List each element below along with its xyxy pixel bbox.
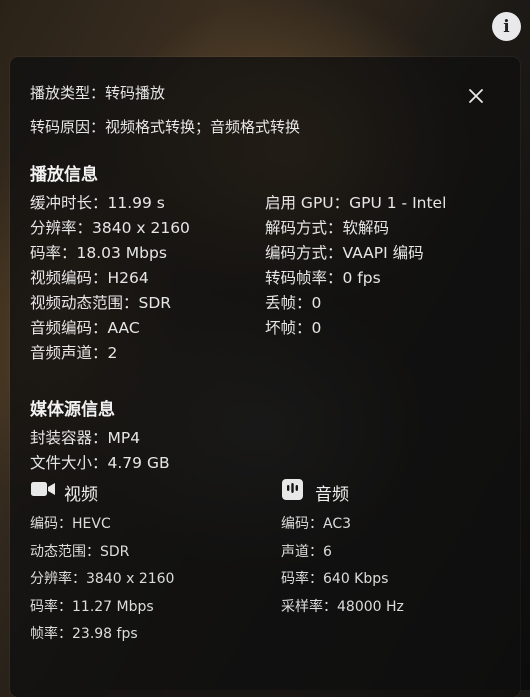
playback-right-row: 转码帧率：0 fps xyxy=(265,269,381,287)
video-header: 视频 xyxy=(64,485,98,505)
video-info-row: 编码：HEVC xyxy=(30,516,111,532)
audio-icon xyxy=(282,479,303,500)
play-type: 播放类型：转码播放 xyxy=(30,84,166,102)
video-info-row: 帧率：23.98 fps xyxy=(30,626,138,642)
video-info-row: 分辨率：3840 x 2160 xyxy=(30,571,175,587)
audio-info-row: 采样率：48000 Hz xyxy=(281,599,404,615)
audio-info-row: 码率：640 Kbps xyxy=(281,571,389,587)
video-info-row: 动态范围：SDR xyxy=(30,544,130,560)
playback-left-row: 缓冲时长：11.99 s xyxy=(30,194,165,212)
playback-right-row: 编码方式：VAAPI 编码 xyxy=(265,244,424,262)
container-format: 封装容器：MP4 xyxy=(30,429,141,447)
video-info-row: 码率：11.27 Mbps xyxy=(30,599,154,615)
playback-left-row: 音频编码：AAC xyxy=(30,319,140,337)
playback-left-row: 视频动态范围：SDR xyxy=(30,294,172,312)
playback-left-row: 音频声道：2 xyxy=(30,344,118,362)
info-button[interactable]: i xyxy=(492,12,521,41)
playback-right-row: 丢帧：0 xyxy=(265,294,322,312)
playback-right-row: 启用 GPU：GPU 1 - Intel xyxy=(265,194,447,212)
playback-section-title: 播放信息 xyxy=(30,165,98,185)
playback-right-row: 解码方式：软解码 xyxy=(265,219,390,237)
playback-left-row: 码率：18.03 Mbps xyxy=(30,244,167,262)
playback-right-row: 坏帧：0 xyxy=(265,319,322,337)
media-section-title: 媒体源信息 xyxy=(30,400,115,420)
audio-header: 音频 xyxy=(315,485,349,505)
audio-info-row: 编码：AC3 xyxy=(281,516,352,532)
file-size: 文件大小：4.79 GB xyxy=(30,454,170,472)
close-icon[interactable] xyxy=(466,86,486,106)
playback-left-row: 分辨率：3840 x 2160 xyxy=(30,219,190,237)
audio-info-row: 声道：6 xyxy=(281,544,332,560)
info-icon: i xyxy=(503,16,510,37)
playback-left-row: 视频编码：H264 xyxy=(30,269,149,287)
transcode-reason: 转码原因：视频格式转换；音频格式转换 xyxy=(30,118,301,136)
video-camera-icon xyxy=(31,482,55,496)
